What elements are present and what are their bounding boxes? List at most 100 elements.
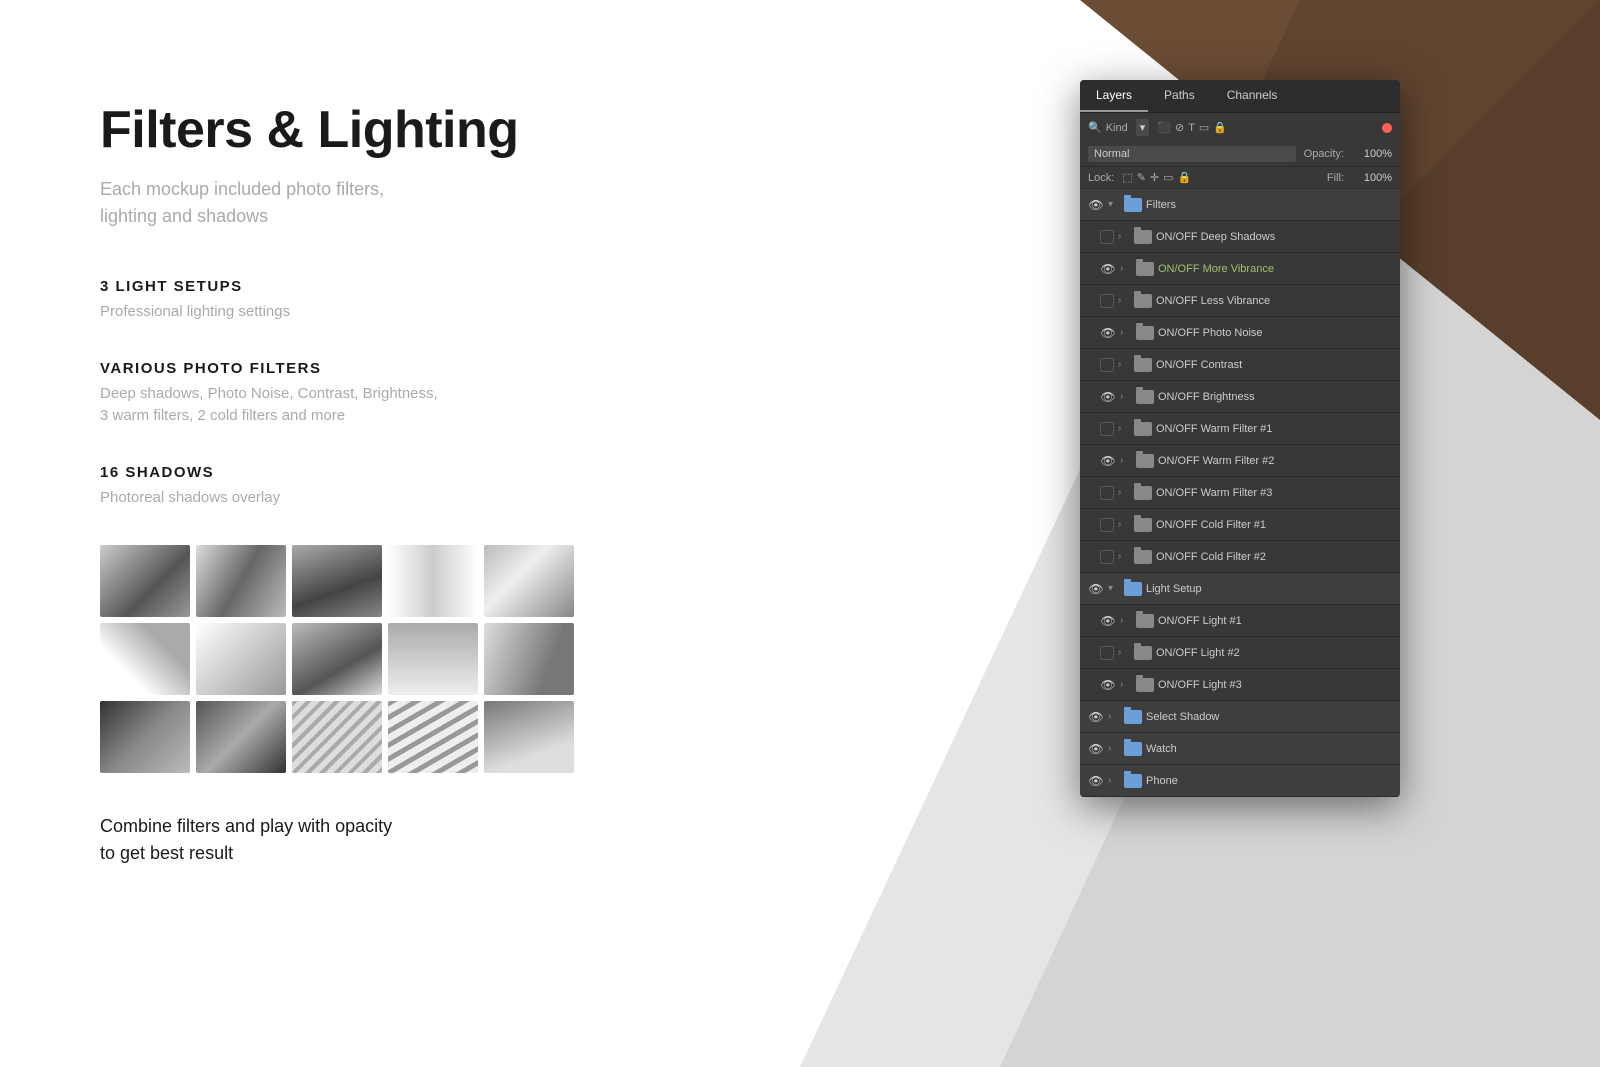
lock-artboard-icon[interactable]: ▭: [1163, 171, 1173, 184]
layer-watch-group[interactable]: 👁 › Watch: [1080, 733, 1400, 765]
layer-cold-filter-2[interactable]: › ON/OFF Cold Filter #2: [1080, 541, 1400, 573]
expand-more-vibrance[interactable]: ›: [1120, 263, 1132, 274]
expand-light-3[interactable]: ›: [1120, 679, 1132, 690]
main-title: Filters & Lighting: [100, 100, 780, 160]
lock-icons: ⬚ ✎ ✛ ▭ 🔒: [1122, 171, 1191, 184]
checkbox-less-vibrance[interactable]: [1100, 294, 1114, 308]
tab-paths[interactable]: Paths: [1148, 80, 1211, 112]
expand-cold-2[interactable]: ›: [1118, 551, 1130, 562]
layer-light-1[interactable]: 👁 › ON/OFF Light #1: [1080, 605, 1400, 637]
layer-name-contrast: ON/OFF Contrast: [1156, 359, 1392, 371]
checkbox-light-2[interactable]: [1100, 646, 1114, 660]
lock-position-icon[interactable]: ✛: [1150, 171, 1159, 184]
layer-more-vibrance[interactable]: 👁 › ON/OFF More Vibrance: [1080, 253, 1400, 285]
expand-watch[interactable]: ›: [1108, 743, 1120, 754]
main-subtitle: Each mockup included photo filters,light…: [100, 176, 780, 230]
section-desc-2: Deep shadows, Photo Noise, Contrast, Bri…: [100, 383, 780, 428]
expand-contrast[interactable]: ›: [1118, 359, 1130, 370]
kind-select[interactable]: ▾: [1136, 119, 1150, 136]
folder-select-shadow: [1124, 710, 1142, 724]
eye-icon-more-vibrance[interactable]: 👁: [1100, 261, 1116, 277]
layer-warm-filter-3[interactable]: › ON/OFF Warm Filter #3: [1080, 477, 1400, 509]
expand-select-shadow[interactable]: ›: [1108, 711, 1120, 722]
lock-row: Lock: ⬚ ✎ ✛ ▭ 🔒 Fill: 100%: [1080, 167, 1400, 189]
checkbox-warm-3[interactable]: [1100, 486, 1114, 500]
layer-brightness[interactable]: 👁 › ON/OFF Brightness: [1080, 381, 1400, 413]
section-heading-3: 16 SHADOWS: [100, 464, 780, 481]
layer-photo-noise[interactable]: 👁 › ON/OFF Photo Noise: [1080, 317, 1400, 349]
folder-watch: [1124, 742, 1142, 756]
folder-less-vibrance: [1134, 294, 1152, 308]
checkbox-deep-shadows[interactable]: [1100, 230, 1114, 244]
expand-brightness[interactable]: ›: [1120, 391, 1132, 402]
shadow-thumb-8: [292, 623, 382, 695]
layer-name-deep-shadows: ON/OFF Deep Shadows: [1156, 231, 1392, 243]
layer-name-brightness: ON/OFF Brightness: [1158, 391, 1392, 403]
expand-light-2[interactable]: ›: [1118, 647, 1130, 658]
layer-warm-filter-1[interactable]: › ON/OFF Warm Filter #1: [1080, 413, 1400, 445]
layer-name-light-1: ON/OFF Light #1: [1158, 615, 1392, 627]
type-filter-icon[interactable]: T: [1188, 122, 1195, 134]
layer-phone-group[interactable]: 👁 › Phone: [1080, 765, 1400, 797]
layer-light-setup-group[interactable]: 👁 ▾ Light Setup: [1080, 573, 1400, 605]
layer-name-light-3: ON/OFF Light #3: [1158, 679, 1392, 691]
layer-contrast[interactable]: › ON/OFF Contrast: [1080, 349, 1400, 381]
expand-deep-shadows[interactable]: ›: [1118, 231, 1130, 242]
eye-icon-watch[interactable]: 👁: [1088, 741, 1104, 757]
expand-light-1[interactable]: ›: [1120, 615, 1132, 626]
layer-less-vibrance[interactable]: › ON/OFF Less Vibrance: [1080, 285, 1400, 317]
tab-channels[interactable]: Channels: [1211, 80, 1294, 112]
expand-phone[interactable]: ›: [1108, 775, 1120, 786]
expand-less-vibrance[interactable]: ›: [1118, 295, 1130, 306]
layer-select-shadow-group[interactable]: 👁 › Select Shadow: [1080, 701, 1400, 733]
eye-icon-select-shadow[interactable]: 👁: [1088, 709, 1104, 725]
folder-cold-2: [1134, 550, 1152, 564]
expand-warm-2[interactable]: ›: [1120, 455, 1132, 466]
lock-image-icon[interactable]: ✎: [1137, 171, 1146, 184]
fill-label: Fill:: [1327, 172, 1344, 184]
smart-filter-icon[interactable]: 🔒: [1213, 121, 1227, 134]
checkbox-warm-1[interactable]: [1100, 422, 1114, 436]
layer-cold-filter-1[interactable]: › ON/OFF Cold Filter #1: [1080, 509, 1400, 541]
expand-cold-1[interactable]: ›: [1118, 519, 1130, 530]
expand-warm-3[interactable]: ›: [1118, 487, 1130, 498]
tab-layers[interactable]: Layers: [1080, 80, 1148, 112]
eye-icon-light-setup[interactable]: 👁: [1088, 581, 1104, 597]
eye-icon-photo-noise[interactable]: 👁: [1100, 325, 1116, 341]
blend-mode-select[interactable]: Normal: [1088, 146, 1296, 162]
section-heading-1: 3 LIGHT SETUPS: [100, 278, 780, 295]
layer-name-filters: Filters: [1146, 199, 1392, 211]
expand-icon-light-setup[interactable]: ▾: [1108, 583, 1120, 594]
eye-icon-brightness[interactable]: 👁: [1100, 389, 1116, 405]
folder-light-1: [1136, 614, 1154, 628]
expand-icon-filters[interactable]: ▾: [1108, 199, 1120, 210]
layer-light-2[interactable]: › ON/OFF Light #2: [1080, 637, 1400, 669]
eye-icon-warm-2[interactable]: 👁: [1100, 453, 1116, 469]
expand-photo-noise[interactable]: ›: [1120, 327, 1132, 338]
folder-warm-1: [1134, 422, 1152, 436]
adjust-filter-icon[interactable]: ⊘: [1175, 121, 1184, 134]
lock-all-icon[interactable]: 🔒: [1178, 171, 1192, 184]
lock-transparent-icon[interactable]: ⬚: [1122, 171, 1132, 184]
layer-name-watch: Watch: [1146, 743, 1392, 755]
checkbox-cold-2[interactable]: [1100, 550, 1114, 564]
kind-label: Kind: [1106, 122, 1128, 134]
eye-icon-filters[interactable]: 👁: [1088, 197, 1104, 213]
checkbox-cold-1[interactable]: [1100, 518, 1114, 532]
layer-name-cold-1: ON/OFF Cold Filter #1: [1156, 519, 1392, 531]
expand-warm-1[interactable]: ›: [1118, 423, 1130, 434]
layer-filters-group[interactable]: 👁 ▾ Filters: [1080, 189, 1400, 221]
fill-value[interactable]: 100%: [1352, 172, 1392, 184]
photoshop-panel: Layers Paths Channels 🔍 Kind ▾ ⬛ ⊘ T ▭ 🔒…: [1080, 80, 1400, 797]
pixel-filter-icon[interactable]: ⬛: [1157, 121, 1171, 134]
layer-deep-shadows[interactable]: › ON/OFF Deep Shadows: [1080, 221, 1400, 253]
eye-icon-light-1[interactable]: 👁: [1100, 613, 1116, 629]
shape-filter-icon[interactable]: ▭: [1199, 121, 1209, 134]
layer-warm-filter-2[interactable]: 👁 › ON/OFF Warm Filter #2: [1080, 445, 1400, 477]
checkbox-contrast[interactable]: [1100, 358, 1114, 372]
layer-name-warm-3: ON/OFF Warm Filter #3: [1156, 487, 1392, 499]
opacity-value[interactable]: 100%: [1352, 148, 1392, 160]
eye-icon-light-3[interactable]: 👁: [1100, 677, 1116, 693]
layer-light-3[interactable]: 👁 › ON/OFF Light #3: [1080, 669, 1400, 701]
eye-icon-phone[interactable]: 👁: [1088, 773, 1104, 789]
